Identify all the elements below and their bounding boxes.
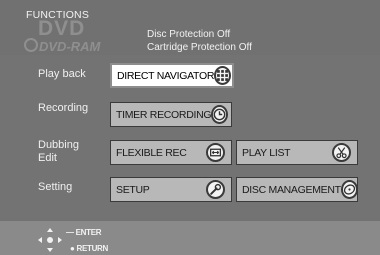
return-label: RETURN	[76, 244, 109, 253]
setup-button[interactable]: SETUP	[110, 177, 232, 202]
flexible-rec-label: FLEXIBLE REC	[116, 146, 187, 159]
label-play-back: Play back	[38, 68, 86, 80]
label-setting: Setting	[38, 181, 73, 193]
direct-navigator-label: DIRECT NAVIGATOR	[117, 69, 215, 82]
scissors-icon	[332, 143, 351, 162]
enter-label: ENTER	[75, 228, 102, 237]
dvd-ram-text: DVD-RAM	[39, 39, 101, 54]
wrench-icon	[206, 180, 225, 199]
label-dubbing: Dubbing	[38, 139, 79, 151]
direct-navigator-button[interactable]: DIRECT NAVIGATOR	[110, 63, 234, 88]
return-hint: ● RETURN	[70, 244, 109, 253]
cartridge-protection-status: Cartridge Protection Off	[147, 42, 252, 53]
dpad-icon	[38, 228, 62, 252]
disc-management-button[interactable]: DISC MANAGEMENT	[236, 177, 358, 202]
play-list-label: PLAY LIST	[242, 146, 291, 159]
timer-recording-button[interactable]: TIMER RECORDING	[110, 102, 232, 127]
enter-hint: — ENTER	[66, 228, 102, 237]
label-recording: Recording	[38, 102, 89, 114]
clock-icon	[211, 105, 229, 124]
disc-icon-logo	[24, 38, 38, 52]
disc-protection-status: Disc Protection Off	[147, 29, 231, 40]
grid-icon	[214, 66, 232, 85]
flexible-rec-icon	[206, 143, 225, 162]
setup-label: SETUP	[116, 183, 150, 196]
flexible-rec-button[interactable]: FLEXIBLE REC	[110, 140, 232, 165]
disc-management-label: DISC MANAGEMENT	[242, 183, 341, 196]
play-list-button[interactable]: PLAY LIST	[236, 140, 358, 165]
functions-screen: FUNCTIONS DVD DVD-RAM Disc Protection Of…	[0, 0, 380, 255]
label-edit: Edit	[38, 152, 57, 164]
disc-icon	[340, 180, 358, 199]
timer-recording-label: TIMER RECORDING	[116, 108, 212, 121]
dvd-ram-logo: DVD-RAM	[24, 38, 100, 54]
